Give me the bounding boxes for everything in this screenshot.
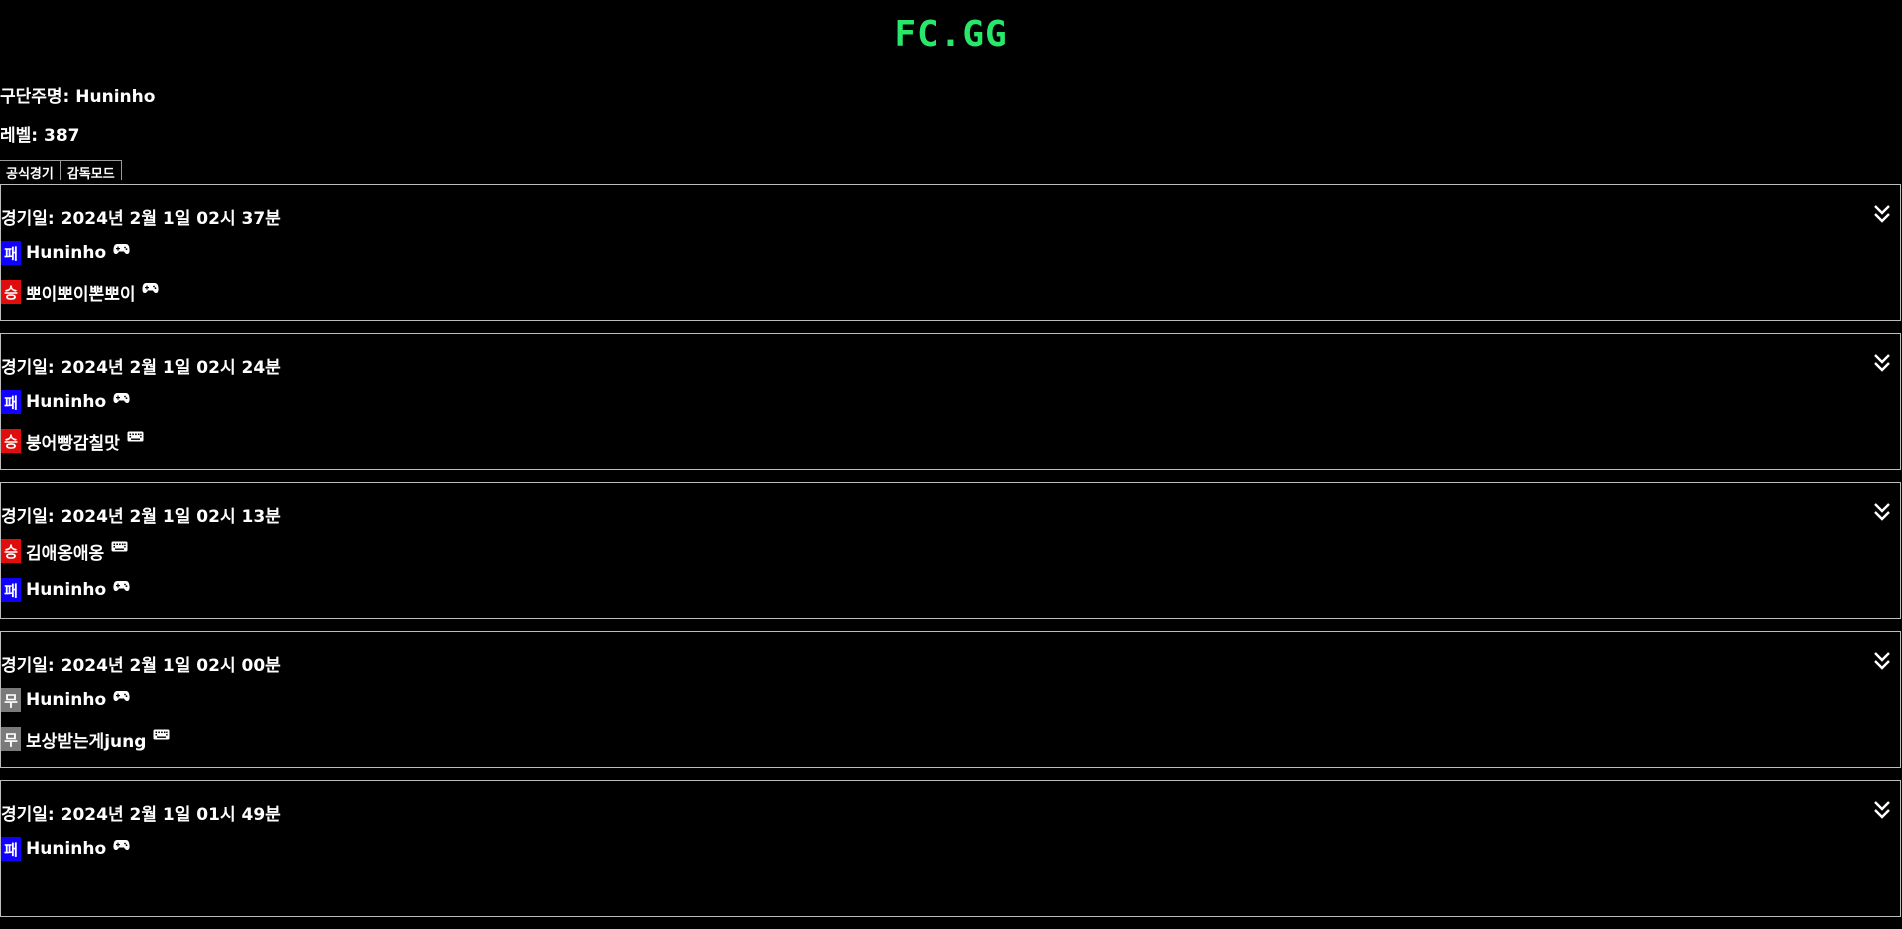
match-date: 경기일: 2024년 2월 1일 02시 13분 (1, 507, 281, 527)
result-badge: 패 (1, 241, 21, 265)
player-row: 승 붕어빵감칠맛 (1, 429, 144, 454)
result-badge: 패 (1, 837, 21, 861)
chevron-double-down-icon[interactable] (1872, 203, 1892, 225)
gamepad-icon (142, 282, 160, 293)
player-name[interactable]: 붕어빵감칠맛 (26, 429, 120, 454)
match-list: 경기일: 2024년 2월 1일 02시 37분 패 Huninho 승 뽀이뽀… (0, 184, 1902, 929)
match-card[interactable]: 경기일: 2024년 2월 1일 02시 00분 무 Huninho 무 보상받… (0, 631, 1901, 768)
manager-name: 구단주명: Huninho (0, 87, 156, 107)
chevron-double-down-icon[interactable] (1872, 501, 1892, 523)
match-card[interactable]: 경기일: 2024년 2월 1일 02시 13분 승 김애옹애옹 패 Hunin… (0, 482, 1901, 619)
result-badge: 승 (1, 429, 21, 453)
player-row: 무 보상받는게jung (1, 727, 170, 752)
result-badge: 승 (1, 280, 21, 304)
result-badge: 무 (1, 688, 21, 712)
chevron-double-down-icon[interactable] (1872, 799, 1892, 821)
player-row: 패 Huninho (1, 578, 130, 602)
result-badge: 패 (1, 578, 21, 602)
gamepad-icon (113, 580, 130, 591)
match-date: 경기일: 2024년 2월 1일 02시 24분 (1, 358, 281, 378)
gamepad-icon (113, 839, 130, 850)
player-name[interactable]: 보상받는게jung (26, 727, 146, 752)
player-name[interactable]: Huninho (26, 690, 106, 710)
gamepad-icon (113, 392, 130, 403)
player-row: 패 Huninho (1, 241, 130, 265)
player-name[interactable]: Huninho (26, 839, 106, 859)
player-name[interactable]: Huninho (26, 580, 106, 600)
player-row: 패 Huninho (1, 837, 130, 861)
manager-level: 레벨: 387 (0, 126, 80, 146)
gamepad-icon (113, 690, 130, 701)
player-name[interactable]: Huninho (26, 243, 106, 263)
player-row: 무 Huninho (1, 688, 130, 712)
player-row: 승 김애옹애옹 (1, 539, 128, 564)
mode-tabs: 공식경기 감독모드 (0, 160, 122, 182)
tab-manager-mode[interactable]: 감독모드 (60, 160, 122, 182)
chevron-double-down-icon[interactable] (1872, 650, 1892, 672)
match-card[interactable]: 경기일: 2024년 2월 1일 02시 24분 패 Huninho 승 붕어빵… (0, 333, 1901, 470)
keyboard-icon (127, 431, 144, 441)
result-badge: 승 (1, 539, 21, 563)
match-card[interactable]: 경기일: 2024년 2월 1일 01시 49분 패 Huninho (0, 780, 1901, 917)
result-badge: 무 (1, 727, 21, 751)
match-card[interactable]: 경기일: 2024년 2월 1일 02시 37분 패 Huninho 승 뽀이뽀… (0, 184, 1901, 321)
keyboard-icon (111, 541, 128, 551)
match-date: 경기일: 2024년 2월 1일 01시 49분 (1, 805, 281, 825)
site-logo[interactable]: FC.GG (0, 14, 1902, 55)
gamepad-icon (113, 243, 130, 254)
match-date: 경기일: 2024년 2월 1일 02시 00분 (1, 656, 281, 676)
player-name[interactable]: 뽀이뽀이뽄뽀이 (26, 280, 135, 305)
tab-official-match[interactable]: 공식경기 (0, 160, 61, 182)
keyboard-icon (153, 729, 170, 739)
player-row: 승 뽀이뽀이뽄뽀이 (1, 280, 160, 305)
match-date: 경기일: 2024년 2월 1일 02시 37분 (1, 209, 281, 229)
result-badge: 패 (1, 390, 21, 414)
player-row: 패 Huninho (1, 390, 130, 414)
player-name[interactable]: Huninho (26, 392, 106, 412)
chevron-double-down-icon[interactable] (1872, 352, 1892, 374)
player-name[interactable]: 김애옹애옹 (26, 539, 104, 564)
